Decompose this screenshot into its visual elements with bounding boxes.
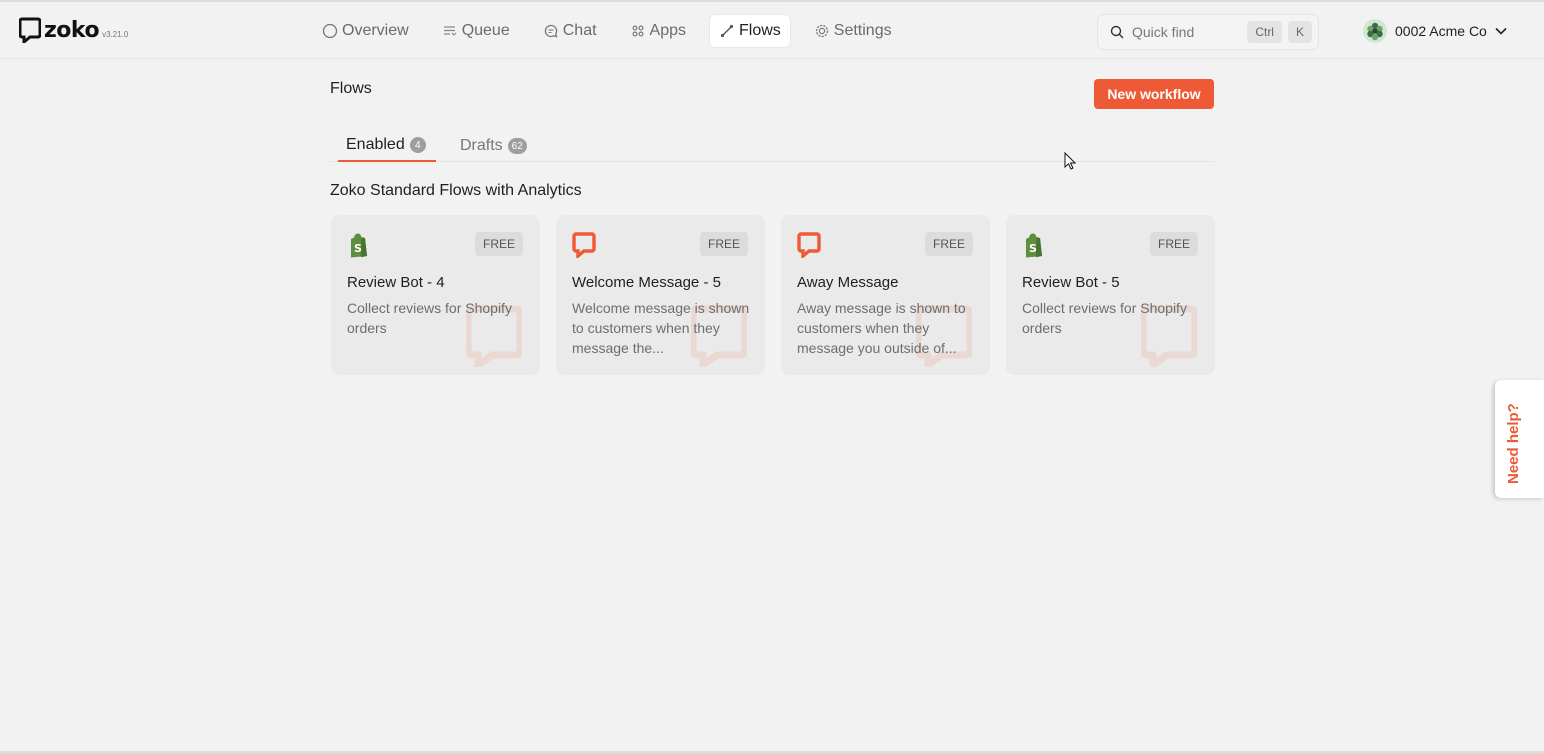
card-title: Review Bot - 4: [347, 274, 445, 291]
top-navigation-bar: zoko v3.21.0 Overview Queue Chat Apps Fl…: [0, 0, 1544, 59]
svg-text:S: S: [1029, 242, 1037, 255]
card-title: Review Bot - 5: [1022, 274, 1120, 291]
mouse-cursor-icon: [1064, 152, 1076, 170]
section-title: Zoko Standard Flows with Analytics: [330, 182, 582, 199]
page-title: Flows: [330, 80, 372, 97]
nav-item-chat[interactable]: Chat: [534, 15, 606, 47]
shopify-icon: S: [1026, 233, 1042, 258]
svg-text:S: S: [354, 242, 362, 255]
nav-item-label: Chat: [562, 22, 597, 39]
nav-item-label: Queue: [461, 22, 510, 39]
flow-card-review-bot-4[interactable]: S FREE Review Bot - 4 Collect reviews fo…: [331, 215, 540, 375]
chevron-down-icon: [1495, 27, 1507, 35]
tab-count-badge: 62: [507, 138, 527, 154]
card-title: Welcome Message - 5: [572, 274, 721, 291]
app-name: zoko: [44, 18, 100, 43]
account-name: 0002 Acme Co: [1395, 23, 1487, 39]
card-description: Away message is shown to customers when …: [797, 300, 966, 356]
nav-item-flows[interactable]: Flows: [710, 15, 790, 47]
chat-icon: [544, 24, 558, 38]
free-badge: FREE: [924, 232, 973, 256]
tab-count-badge: 4: [409, 137, 426, 153]
main-nav: Overview Queue Chat Apps Flows Settings: [313, 15, 916, 47]
search-icon: [1110, 25, 1124, 39]
account-switcher[interactable]: 0002 Acme Co: [1362, 18, 1507, 44]
nav-item-queue[interactable]: Queue: [433, 15, 519, 47]
free-badge: FREE: [1149, 232, 1198, 256]
new-workflow-button[interactable]: New workflow: [1094, 79, 1214, 109]
nav-item-settings[interactable]: Settings: [805, 15, 901, 47]
nav-item-apps[interactable]: Apps: [621, 15, 695, 47]
need-help-label: Need help?: [1505, 403, 1522, 484]
zoko-logo-icon: [19, 17, 41, 43]
apps-grid-icon: [632, 25, 644, 37]
queue-icon: [443, 26, 457, 36]
shortcut-ctrl-key: Ctrl: [1247, 21, 1282, 43]
nav-item-label: Flows: [739, 22, 781, 39]
circle-icon: [322, 23, 338, 39]
tab-drafts[interactable]: Drafts 62: [460, 130, 527, 162]
app-version: v3.21.0: [102, 30, 129, 39]
zoko-icon: [572, 232, 596, 258]
need-help-button[interactable]: Need help?: [1495, 380, 1544, 498]
flow-card-review-bot-5[interactable]: S FREE Review Bot - 5 Collect reviews fo…: [1006, 215, 1215, 375]
tab-label: Drafts: [460, 137, 503, 154]
app-logo[interactable]: zoko v3.21.0: [19, 17, 128, 43]
nav-item-label: Overview: [342, 22, 409, 39]
account-avatar-icon: [1363, 19, 1387, 43]
card-description: Collect reviews for Shopify orders: [347, 300, 512, 336]
nav-item-overview[interactable]: Overview: [313, 15, 418, 47]
card-title: Away Message: [797, 274, 899, 291]
flow-card-welcome-message-5[interactable]: FREE Welcome Message - 5 Welcome message…: [556, 215, 765, 375]
shopify-icon: S: [351, 233, 367, 258]
quick-find-search[interactable]: Quick find Ctrl K: [1097, 14, 1319, 50]
flow-status-tabs: Enabled 4 Drafts 62: [330, 130, 1214, 162]
tab-label: Enabled: [346, 136, 405, 153]
tab-enabled[interactable]: Enabled 4: [338, 130, 436, 162]
search-placeholder: Quick find: [1132, 24, 1195, 40]
card-description: Welcome message is shown to customers wh…: [572, 300, 750, 356]
flow-card-away-message[interactable]: FREE Away Message Away message is shown …: [781, 215, 990, 375]
flows-icon: [720, 24, 734, 38]
shortcut-k-key: K: [1287, 21, 1312, 43]
free-badge: FREE: [474, 232, 523, 256]
zoko-icon: [797, 232, 821, 258]
nav-item-label: Settings: [833, 22, 892, 39]
card-description: Collect reviews for Shopify orders: [1022, 300, 1187, 336]
gear-icon: [815, 24, 828, 38]
free-badge: FREE: [699, 232, 748, 256]
nav-item-label: Apps: [649, 22, 686, 39]
